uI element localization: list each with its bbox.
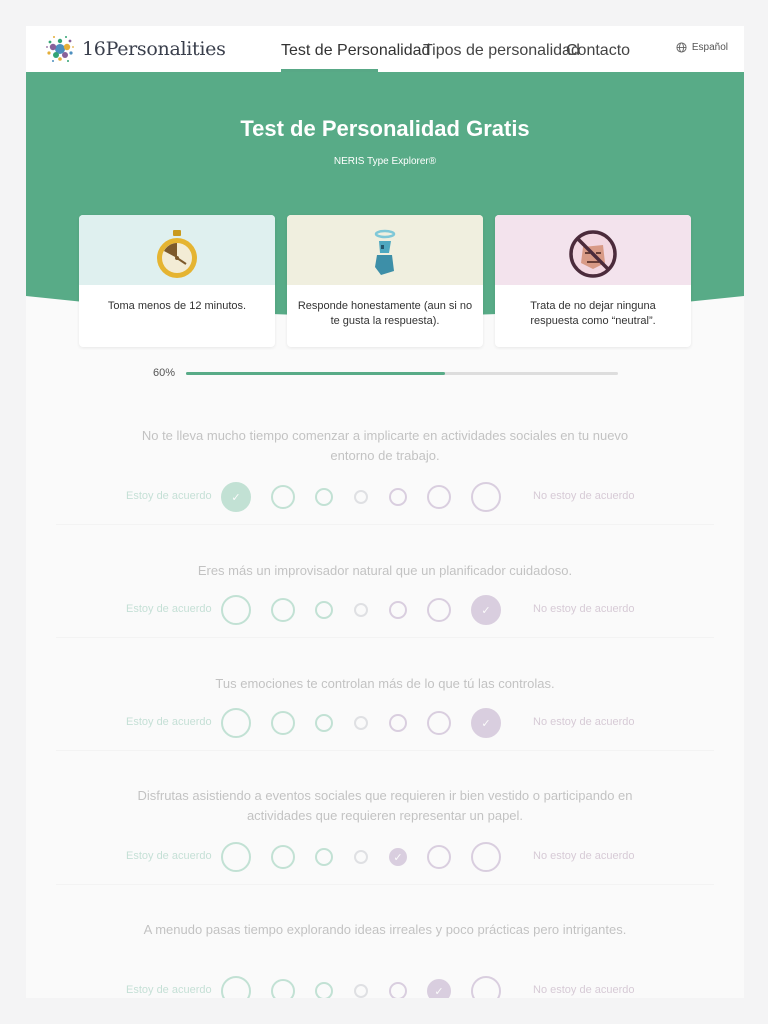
agree-label: Estoy de acuerdo [126, 984, 212, 996]
agree-label: Estoy de acuerdo [126, 716, 212, 728]
answer-option[interactable] [354, 984, 368, 998]
question-text: Eres más un improvisador natural que un … [197, 563, 573, 578]
nav-personality-test[interactable]: Test de Personalidad [281, 42, 430, 60]
answer-option[interactable] [315, 601, 333, 619]
answer-option[interactable] [389, 714, 407, 732]
answer-option[interactable] [427, 485, 451, 509]
answer-option[interactable] [221, 595, 251, 625]
answer-option[interactable] [389, 982, 407, 998]
answer-option-selected[interactable]: ✓ [389, 848, 407, 866]
answer-option[interactable] [471, 976, 501, 998]
top-navigation: 16Personalities Test de Personalidad Tip… [26, 26, 744, 72]
question-text: No te lleva mucho tiempo comenzar a impl… [141, 428, 629, 463]
question-divider [56, 524, 714, 525]
brand-logo[interactable]: 16Personalities [44, 33, 226, 65]
hero-wave [26, 262, 744, 312]
agree-label: Estoy de acuerdo [126, 850, 212, 862]
disagree-label: No estoy de acuerdo [533, 490, 635, 502]
answer-option[interactable] [271, 485, 295, 509]
page-title: Test de Personalidad Gratis [240, 116, 530, 141]
answer-option[interactable] [427, 845, 451, 869]
answer-option[interactable] [389, 488, 407, 506]
answer-option[interactable] [427, 711, 451, 735]
question-text: Disfrutas asistiendo a eventos sociales … [137, 788, 633, 823]
answer-scale: Estoy de acuerdo ✓ No estoy de acuerdo [26, 593, 744, 627]
globe-icon [676, 42, 687, 53]
disagree-label: No estoy de acuerdo [533, 850, 635, 862]
answer-option[interactable] [271, 979, 295, 998]
answer-scale: Estoy de acuerdo ✓ No estoy de acuerdo [26, 974, 744, 998]
agree-label: Estoy de acuerdo [126, 490, 212, 502]
answer-option[interactable] [354, 716, 368, 730]
answer-option[interactable] [315, 982, 333, 998]
answer-scale: Estoy de acuerdo ✓ No estoy de acuerdo [26, 480, 744, 514]
language-selector[interactable]: Español [676, 42, 728, 53]
language-label: Español [691, 42, 728, 53]
answer-scale: Estoy de acuerdo ✓ No estoy de acuerdo [26, 706, 744, 740]
question-divider [56, 750, 714, 751]
answer-option[interactable] [221, 976, 251, 998]
agree-label: Estoy de acuerdo [126, 603, 212, 615]
disagree-label: No estoy de acuerdo [533, 716, 635, 728]
answer-option[interactable] [221, 708, 251, 738]
nav-personality-types[interactable]: Tipos de personalidad [423, 42, 580, 60]
answer-option[interactable] [427, 598, 451, 622]
progress-percent: 60% [153, 367, 176, 379]
answer-option-selected[interactable]: ✓ [471, 595, 501, 625]
answer-scale: Estoy de acuerdo ✓ No estoy de acuerdo [26, 840, 744, 874]
disagree-label: No estoy de acuerdo [533, 984, 635, 996]
question-text: A menudo pasas tiempo explorando ideas i… [143, 922, 627, 937]
answer-option[interactable] [271, 845, 295, 869]
answer-option[interactable] [354, 490, 368, 504]
nav-contact[interactable]: Contacto [566, 42, 630, 60]
brand-name: 16Personalities [82, 38, 226, 60]
question-text: Tus emociones te controlan más de lo que… [215, 676, 555, 691]
answer-option[interactable] [315, 848, 333, 866]
answer-option-selected[interactable]: ✓ [427, 979, 451, 998]
logo-dots-icon [46, 36, 74, 62]
answer-option[interactable] [471, 482, 501, 512]
answer-option-selected[interactable]: ✓ [221, 482, 251, 512]
page: 16Personalities Test de Personalidad Tip… [26, 26, 744, 998]
progress-fill [186, 372, 446, 375]
answer-option[interactable] [354, 850, 368, 864]
answer-option-selected[interactable]: ✓ [471, 708, 501, 738]
answer-option[interactable] [315, 488, 333, 506]
progress-bar [186, 372, 618, 375]
answer-option[interactable] [389, 601, 407, 619]
answer-option[interactable] [271, 598, 295, 622]
question-divider [56, 884, 714, 885]
answer-option[interactable] [471, 842, 501, 872]
disagree-label: No estoy de acuerdo [533, 603, 635, 615]
answer-option[interactable] [271, 711, 295, 735]
active-tab-indicator [281, 69, 378, 72]
answer-option[interactable] [315, 714, 333, 732]
page-subtitle: NERIS Type Explorer® [333, 156, 437, 167]
question-divider [56, 637, 714, 638]
answer-option[interactable] [221, 842, 251, 872]
answer-option[interactable] [354, 603, 368, 617]
